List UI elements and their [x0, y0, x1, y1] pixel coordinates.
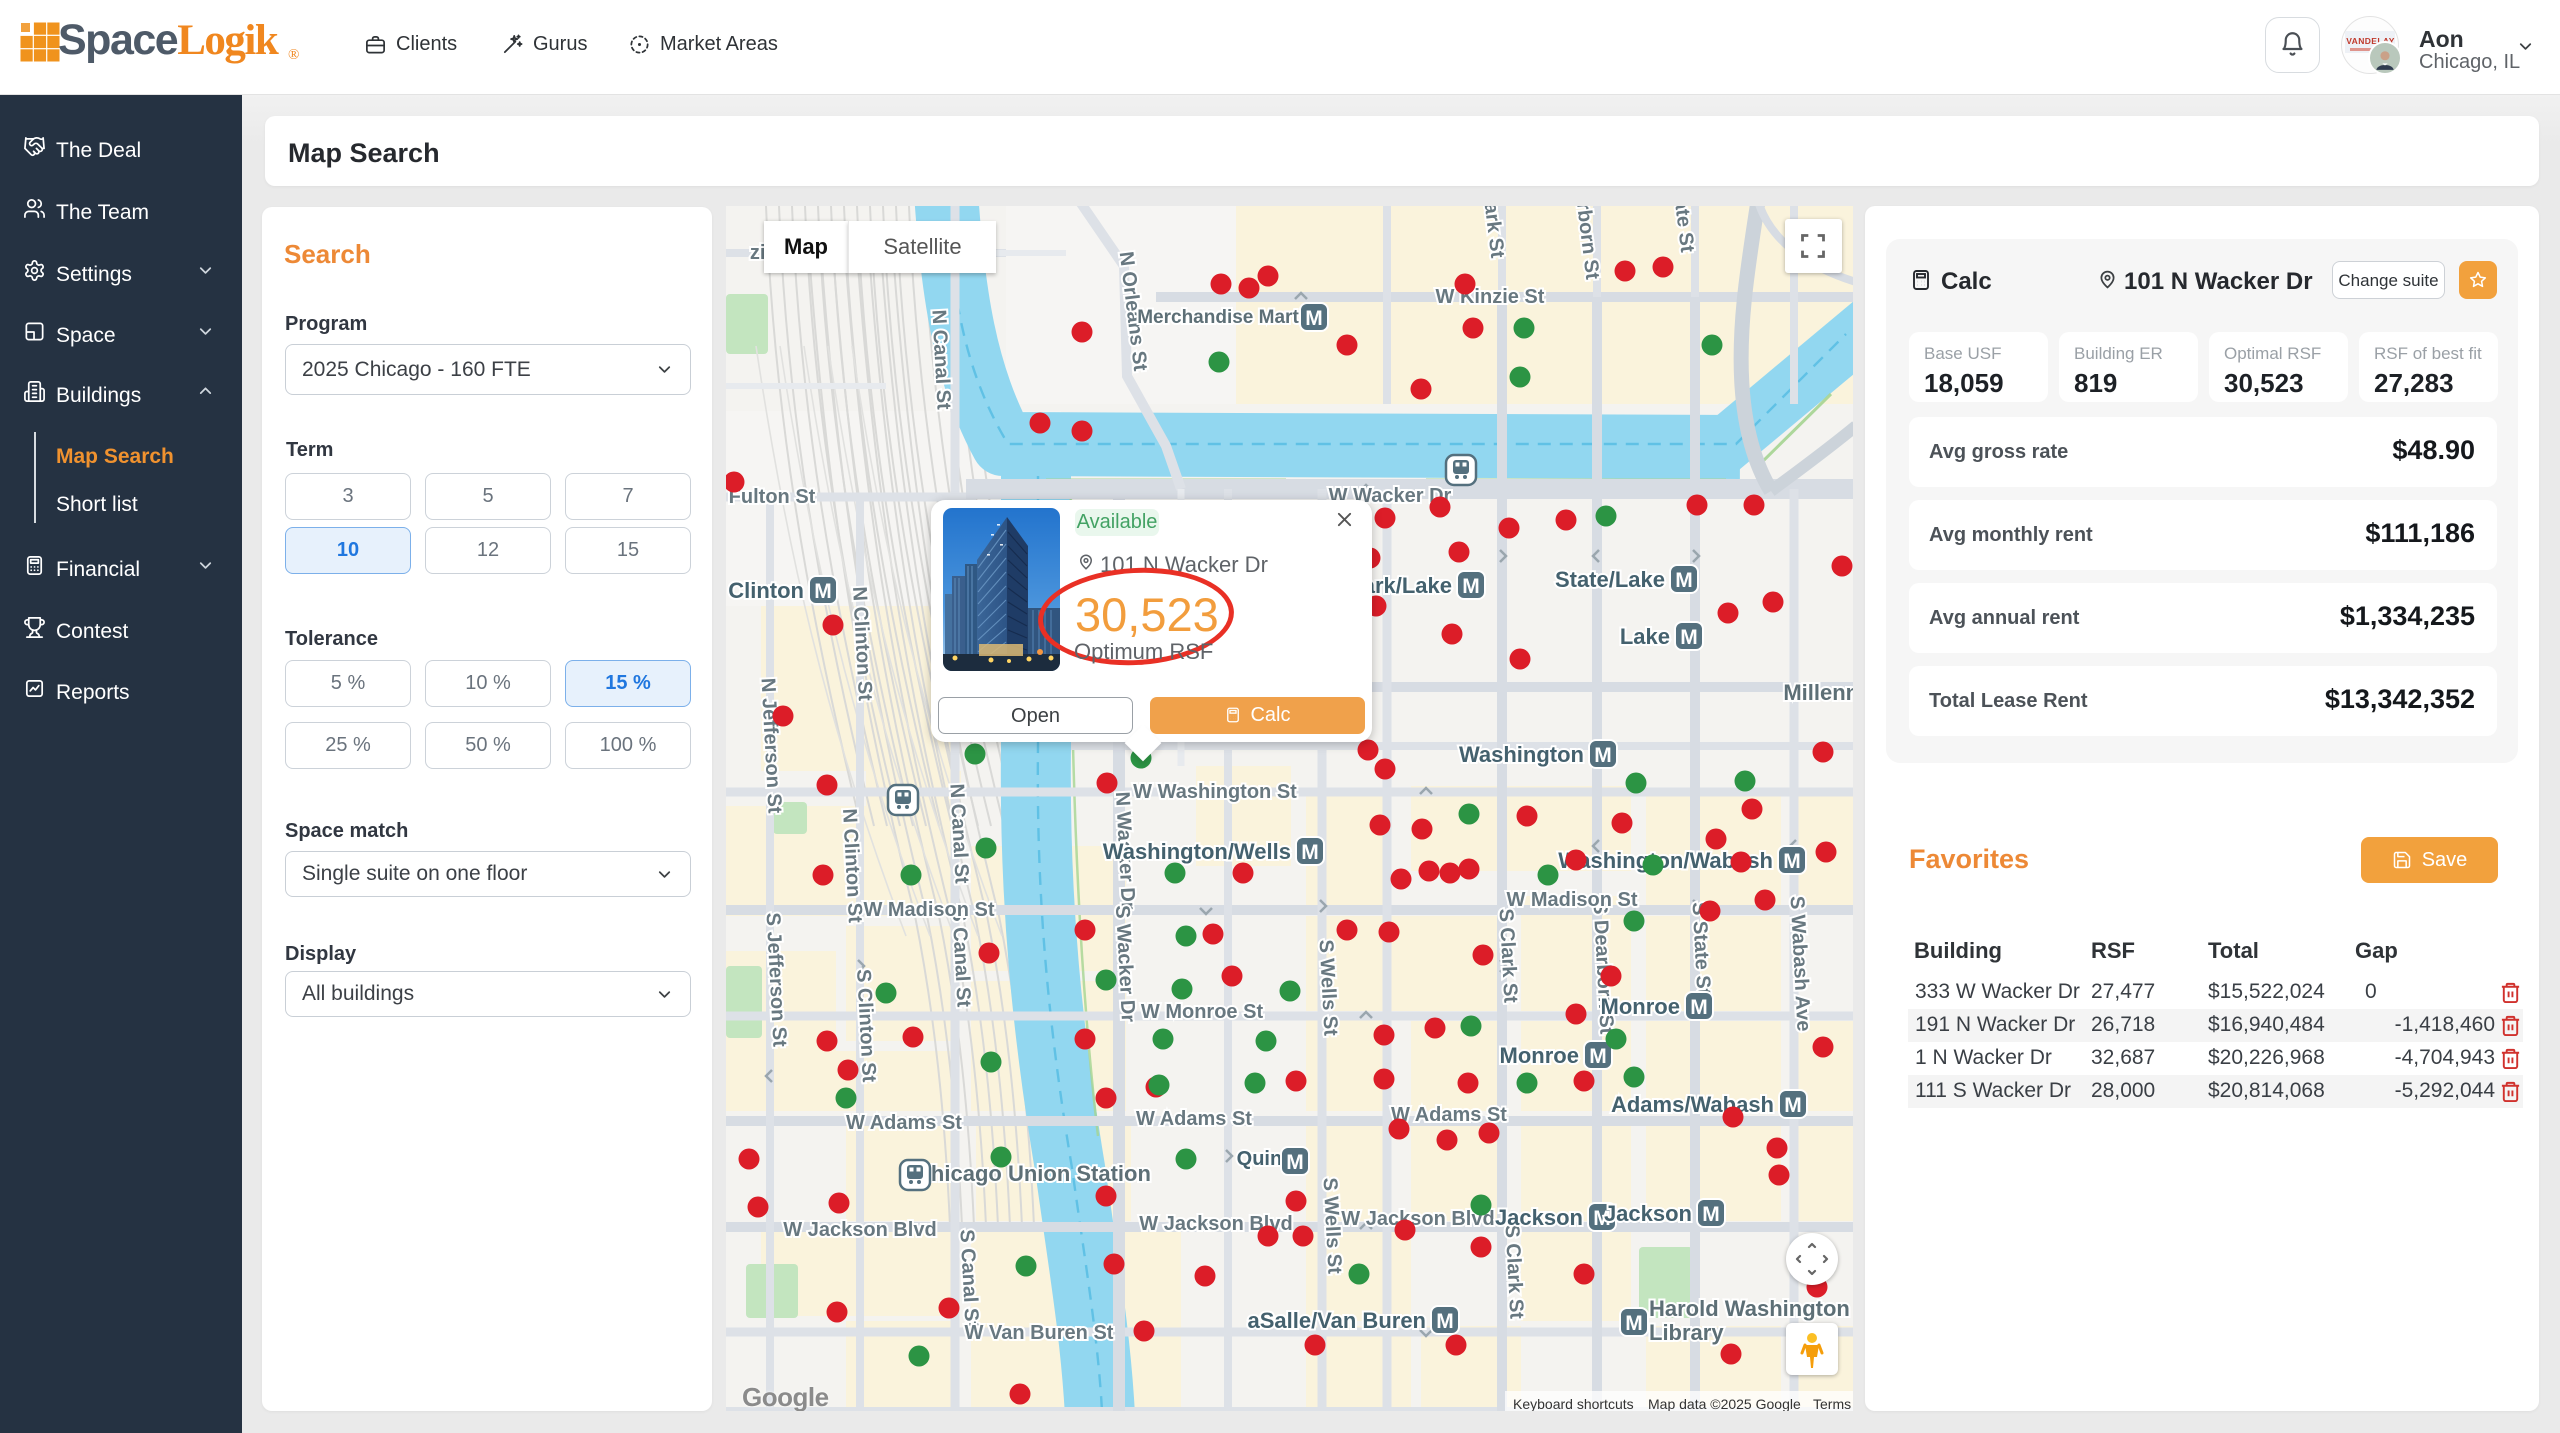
svg-text:Jackson: Jackson [1604, 1201, 1692, 1226]
svg-text:M: M [1675, 569, 1693, 592]
svg-text:Merchandise Mart: Merchandise Mart [1137, 307, 1299, 328]
svg-text:W Adams St: W Adams St [1136, 1108, 1252, 1130]
svg-text:aSalle/Van Buren: aSalle/Van Buren [1247, 1308, 1426, 1333]
svg-text:M: M [814, 580, 832, 603]
svg-text:W Kinzie St: W Kinzie St [1436, 286, 1545, 308]
svg-text:Lake: Lake [1620, 624, 1670, 649]
svg-text:Adams/Wabash: Adams/Wabash [1611, 1092, 1774, 1117]
svg-text:M: M [1680, 626, 1698, 649]
svg-text:W Van Buren St: W Van Buren St [965, 1322, 1114, 1344]
svg-text:M: M [1625, 1312, 1643, 1335]
svg-text:M: M [1784, 1094, 1802, 1117]
svg-text:M: M [1783, 850, 1801, 873]
svg-text:Chicago Union Station: Chicago Union Station [915, 1161, 1151, 1186]
svg-text:Washington/Wells: Washington/Wells [1103, 839, 1291, 864]
svg-text:W Jackson Blvd: W Jackson Blvd [1341, 1208, 1494, 1230]
svg-text:Monroe: Monroe [1601, 994, 1680, 1019]
svg-text:M: M [1690, 996, 1708, 1019]
svg-text:Jackson: Jackson [1495, 1205, 1583, 1230]
svg-text:W Madison St: W Madison St [863, 899, 994, 921]
svg-text:State/Lake: State/Lake [1555, 567, 1665, 592]
svg-text:W Jackson Blvd: W Jackson Blvd [783, 1219, 936, 1241]
svg-text:M: M [1301, 841, 1319, 864]
svg-text:Harold Washington: Harold Washington [1649, 1296, 1850, 1321]
svg-text:W Washington St: W Washington St [1133, 781, 1297, 803]
svg-text:Monroe: Monroe [1500, 1043, 1579, 1068]
svg-text:M: M [1286, 1151, 1304, 1174]
svg-text:W Madison St: W Madison St [1506, 889, 1637, 911]
svg-text:M: M [1702, 1203, 1720, 1226]
svg-text:M: M [1594, 744, 1612, 767]
svg-text:W Monroe St: W Monroe St [1141, 1001, 1264, 1023]
svg-text:Fulton St: Fulton St [729, 486, 816, 508]
svg-text:Clinton: Clinton [728, 578, 804, 603]
svg-text:Millenniu: Millenniu [1783, 680, 1853, 705]
svg-text:M: M [1462, 575, 1480, 598]
svg-text:Library: Library [1649, 1320, 1724, 1345]
svg-text:Washington: Washington [1459, 742, 1584, 767]
svg-text:M: M [1305, 307, 1323, 330]
svg-text:M: M [1589, 1045, 1607, 1068]
svg-text:M: M [1436, 1310, 1454, 1333]
svg-text:W Adams St: W Adams St [846, 1112, 962, 1134]
